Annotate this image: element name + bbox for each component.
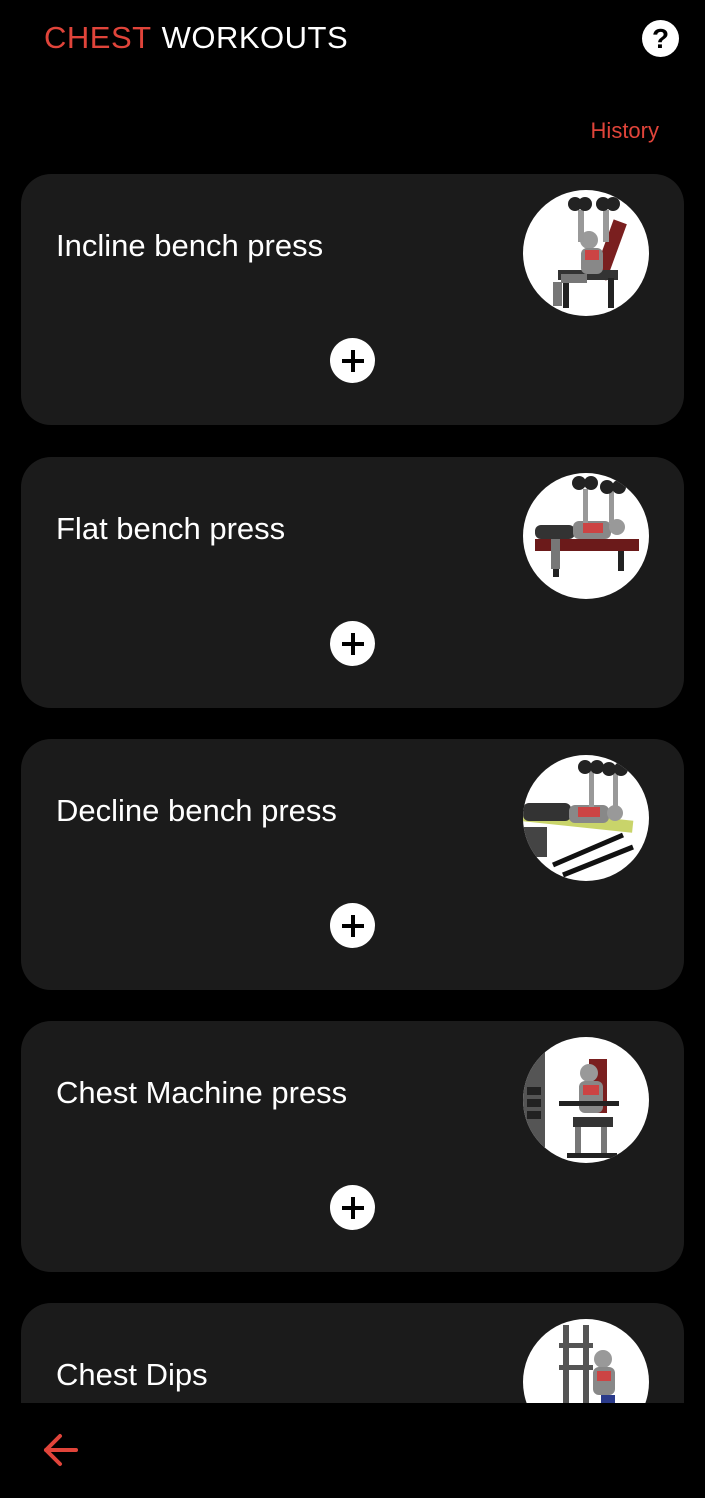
workout-title: Flat bench press <box>56 511 286 546</box>
workout-card[interactable]: Decline bench press <box>21 739 684 990</box>
add-workout-button[interactable] <box>330 1185 375 1230</box>
workout-card[interactable]: Incline bench press <box>21 174 684 425</box>
workout-title: Chest Machine press <box>56 1075 348 1110</box>
workout-list[interactable]: Incline bench press Flat bench press Dec… <box>0 0 705 1403</box>
decline-press-image <box>523 755 649 881</box>
dips-image <box>523 1319 649 1403</box>
workout-title: Incline bench press <box>56 228 324 263</box>
workout-title: Chest Dips <box>56 1357 208 1392</box>
app-header: CHEST WORKOUTS ? <box>0 0 705 90</box>
flat-press-image <box>523 473 649 599</box>
help-icon[interactable]: ? <box>642 20 679 57</box>
incline-press-image <box>523 190 649 316</box>
add-workout-button[interactable] <box>330 338 375 383</box>
title-accent: CHEST <box>44 20 152 55</box>
workout-title: Decline bench press <box>56 793 337 828</box>
add-workout-button[interactable] <box>330 903 375 948</box>
page-title: CHEST WORKOUTS <box>44 20 348 56</box>
workout-card[interactable]: Flat bench press <box>21 457 684 708</box>
add-workout-button[interactable] <box>330 621 375 666</box>
machine-press-image <box>523 1037 649 1163</box>
workout-card[interactable]: Chest Dips <box>21 1303 684 1403</box>
workout-card[interactable]: Chest Machine press <box>21 1021 684 1272</box>
title-rest: WORKOUTS <box>161 20 349 55</box>
bottom-bar <box>0 1403 705 1498</box>
history-link[interactable]: History <box>591 118 659 144</box>
arrow-left-icon[interactable] <box>40 1430 80 1470</box>
